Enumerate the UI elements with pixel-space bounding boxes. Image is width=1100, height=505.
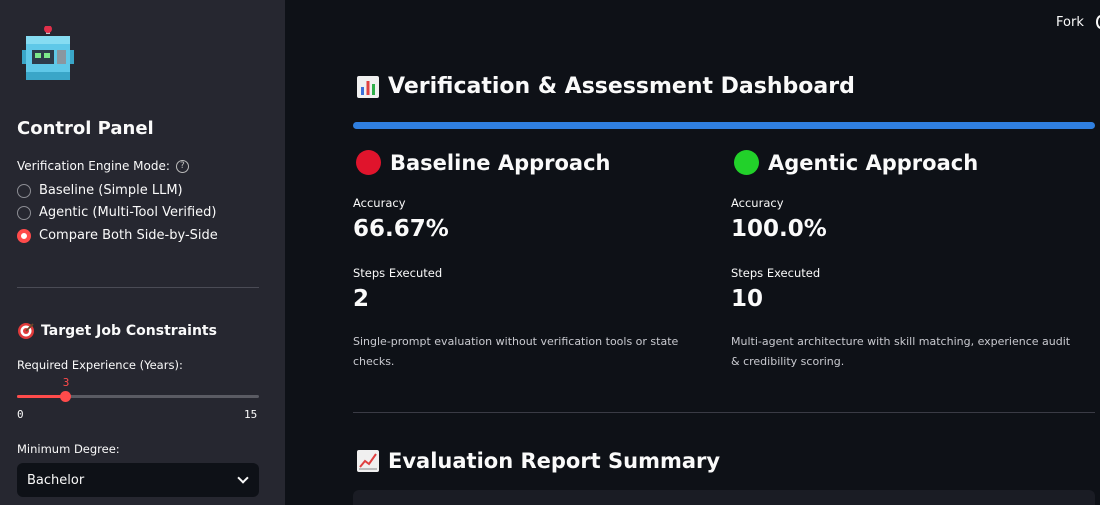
agentic-accuracy-value: 100.0% <box>731 216 827 242</box>
report-title-text: Evaluation Report Summary <box>388 449 721 473</box>
dashboard-title: Verification & Assessment Dashboard <box>356 74 855 99</box>
agentic-accuracy-label: Accuracy <box>731 196 784 210</box>
radio-label: Baseline (Simple LLM) <box>39 183 183 198</box>
radio-agentic[interactable]: Agentic (Multi-Tool Verified) <box>17 205 216 220</box>
slider-min: 0 <box>17 408 24 421</box>
radio-label: Compare Both Side-by-Side <box>39 228 218 243</box>
progress-bar <box>353 122 1095 129</box>
robot-logo-icon <box>22 26 74 80</box>
mode-label-text: Verification Engine Mode: <box>17 159 170 173</box>
degree-select-value: Bachelor <box>27 472 85 488</box>
radio-circle[interactable] <box>17 205 31 220</box>
baseline-heading: Baseline Approach <box>356 150 611 175</box>
agentic-description: Multi-agent architecture with skill matc… <box>731 335 1071 368</box>
github-icon[interactable] <box>1096 15 1100 29</box>
baseline-steps-label: Steps Executed <box>353 266 443 280</box>
radio-circle-selected[interactable] <box>17 228 31 243</box>
baseline-steps-value: 2 <box>353 286 370 312</box>
trend-chart-icon <box>357 450 379 472</box>
report-title: Evaluation Report Summary <box>356 449 720 473</box>
slider-fill <box>17 395 66 398</box>
green-circle-icon <box>734 150 759 175</box>
radio-baseline[interactable]: Baseline (Simple LLM) <box>17 183 183 198</box>
chevron-down-icon <box>237 472 249 484</box>
dashboard-title-text: Verification & Assessment Dashboard <box>388 74 855 99</box>
agentic-steps-value: 10 <box>731 286 764 312</box>
agentic-heading: Agentic Approach <box>734 150 978 175</box>
agentic-steps-label: Steps Executed <box>731 266 821 280</box>
help-icon[interactable]: ? <box>175 159 189 173</box>
bar-chart-icon <box>357 75 379 98</box>
target-icon <box>18 323 34 339</box>
report-container <box>353 490 1095 505</box>
baseline-title: Baseline Approach <box>390 150 611 175</box>
sidebar-divider <box>17 287 259 288</box>
experience-slider[interactable] <box>17 391 259 402</box>
section-divider <box>353 412 1095 413</box>
constraints-title: Target Job Constraints <box>17 322 217 340</box>
radio-label: Agentic (Multi-Tool Verified) <box>39 205 217 220</box>
radio-circle[interactable] <box>17 183 31 198</box>
control-panel-title: Control Panel <box>17 118 154 139</box>
radio-compare[interactable]: Compare Both Side-by-Side <box>17 228 218 243</box>
agentic-title: Agentic Approach <box>768 150 979 175</box>
fork-link[interactable]: Fork <box>1056 15 1084 30</box>
slider-value: 3 <box>62 376 70 389</box>
baseline-accuracy-value: 66.67% <box>353 216 449 242</box>
red-circle-icon <box>356 150 381 175</box>
baseline-accuracy-label: Accuracy <box>353 196 406 210</box>
slider-max: 15 <box>244 408 258 421</box>
mode-label: Verification Engine Mode: ? <box>17 159 189 173</box>
slider-thumb[interactable] <box>60 391 72 402</box>
degree-label: Minimum Degree: <box>17 442 120 456</box>
degree-select[interactable]: Bachelor <box>17 463 259 497</box>
experience-label: Required Experience (Years): <box>17 358 183 372</box>
constraints-title-text: Target Job Constraints <box>41 323 217 339</box>
sidebar: Control Panel Verification Engine Mode: … <box>0 0 285 505</box>
baseline-description: Single-prompt evaluation without verific… <box>353 335 679 368</box>
